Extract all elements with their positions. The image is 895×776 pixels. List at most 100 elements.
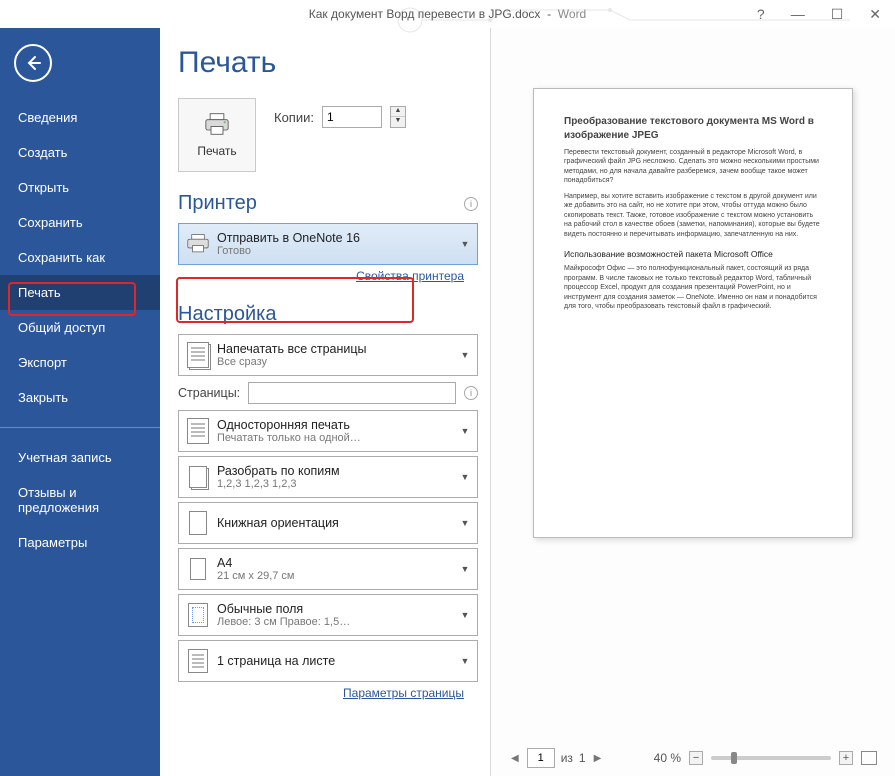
sidebar-item-new[interactable]: Создать [0,135,160,170]
sidebar-item-label: Открыть [18,180,69,195]
zoom-controls: 40 % − + [654,751,877,765]
print-settings-pane: Печать Печать Копии: ▲▼ [160,28,490,776]
dd-secondary: Все сразу [217,356,457,368]
chevron-down-icon: ▼ [457,239,473,249]
prev-page-button[interactable]: ◀ [509,751,521,766]
current-page-input[interactable] [527,748,555,768]
print-range-dropdown[interactable]: Напечатать все страницыВсе сразу ▼ [178,334,478,376]
back-button[interactable] [14,44,52,82]
sides-dropdown[interactable]: Односторонняя печатьПечатать только на о… [178,410,478,452]
chevron-down-icon: ▼ [457,656,473,666]
collate-dropdown[interactable]: Разобрать по копиям1,2,3 1,2,3 1,2,3 ▼ [178,456,478,498]
zoom-label: 40 % [654,751,681,765]
preview-page: Преобразование текстового документа MS W… [533,88,853,538]
sidebar-divider [0,427,160,428]
dd-primary: Напечатать все страницы [217,342,457,356]
paper-icon [183,552,213,586]
of-label: из [561,751,573,765]
sidebar-item-label: Закрыть [18,390,68,405]
sidebar-item-label: Отзывы и предложения [18,485,99,515]
spin-up-icon[interactable]: ▲ [391,107,405,117]
chevron-down-icon: ▼ [457,350,473,360]
spin-down-icon[interactable]: ▼ [391,117,405,127]
dd-primary: Односторонняя печать [217,418,457,432]
sidebar-item-open[interactable]: Открыть [0,170,160,205]
margins-icon [183,598,213,632]
doc-title: Преобразование текстового документа MS W… [564,115,822,142]
print-button-label: Печать [197,144,236,158]
sidebar-item-label: Сохранить как [18,250,105,265]
sidebar-item-export[interactable]: Экспорт [0,345,160,380]
sidebar-item-print[interactable]: Печать [0,275,160,310]
page-setup-link[interactable]: Параметры страницы [178,686,464,700]
title-sep: - [544,7,558,21]
minimize-button[interactable]: — [791,6,805,22]
pages-all-icon [183,338,213,372]
sidebar-item-info[interactable]: Сведения [0,100,160,135]
dd-secondary: 1,2,3 1,2,3 1,2,3 [217,478,457,490]
sidebar-item-label: Учетная запись [18,450,112,465]
sidebar-item-label: Сохранить [18,215,83,230]
dd-secondary: Левое: 3 см Правое: 1,5… [217,616,457,628]
chevron-down-icon: ▼ [457,610,473,620]
printer-dropdown[interactable]: Отправить в OneNote 16 Готово ▼ [178,223,478,265]
per-sheet-icon [183,644,213,678]
zoom-slider[interactable] [711,756,831,760]
printer-info-icon[interactable]: i [464,197,478,211]
margins-dropdown[interactable]: Обычные поляЛевое: 3 см Правое: 1,5… ▼ [178,594,478,636]
fit-to-window-button[interactable] [861,751,877,765]
printer-properties-link[interactable]: Свойства принтера [178,269,464,283]
pages-per-sheet-dropdown[interactable]: 1 страница на листе ▼ [178,640,478,682]
chevron-down-icon: ▼ [457,426,473,436]
page-title: Печать [178,46,478,80]
dd-secondary: 21 см x 29,7 см [217,570,457,582]
dd-secondary: Печатать только на одной… [217,432,457,444]
sidebar-item-label: Параметры [18,535,87,550]
app-name: Word [558,7,586,21]
total-pages: 1 [579,751,586,765]
one-sided-icon [183,414,213,448]
portrait-icon [183,506,213,540]
dd-primary: Книжная ориентация [217,516,457,530]
dd-primary: 1 страница на листе [217,654,457,668]
preview-footer: ◀ из 1 ▶ 40 % − + [509,738,877,768]
printer-status: Готово [217,245,457,257]
pages-input[interactable] [248,382,456,404]
copies-spinner[interactable]: ▲▼ [390,106,406,128]
help-button[interactable]: ? [757,6,765,22]
document-name: Как документ Ворд перевести в JPG.docx [309,7,541,21]
sidebar-item-options[interactable]: Параметры [0,525,160,560]
sidebar-item-label: Сведения [18,110,77,125]
sidebar-item-save-as[interactable]: Сохранить как [0,240,160,275]
copies-input[interactable] [322,106,382,128]
zoom-in-button[interactable]: + [839,751,853,765]
sidebar-item-account[interactable]: Учетная запись [0,440,160,475]
back-arrow-icon [24,54,42,72]
zoom-out-button[interactable]: − [689,751,703,765]
doc-paragraph: Например, вы хотите вставить изображение… [564,192,822,239]
zoom-slider-thumb[interactable] [731,752,737,764]
print-button[interactable]: Печать [178,98,256,172]
sidebar-item-label: Общий доступ [18,320,105,335]
doc-paragraph: Перевести текстовый документ, созданный … [564,148,822,186]
close-button[interactable]: ✕ [869,6,881,23]
pages-info-icon[interactable]: i [464,386,478,400]
settings-heading: Настройка [178,303,276,326]
dd-primary: Разобрать по копиям [217,464,457,478]
printer-device-icon [183,227,213,261]
dd-primary: A4 [217,556,457,570]
sidebar-item-label: Печать [18,285,61,300]
sidebar-item-share[interactable]: Общий доступ [0,310,160,345]
titlebar: Как документ Ворд перевести в JPG.docx -… [0,0,895,28]
sidebar-item-save[interactable]: Сохранить [0,205,160,240]
copies-label: Копии: [274,110,314,125]
chevron-down-icon: ▼ [457,518,473,528]
sidebar-item-feedback[interactable]: Отзывы и предложения [0,475,160,525]
sidebar-item-label: Экспорт [18,355,67,370]
print-preview-pane: Преобразование текстового документа MS W… [490,28,895,776]
paper-size-dropdown[interactable]: A421 см x 29,7 см ▼ [178,548,478,590]
sidebar-item-close[interactable]: Закрыть [0,380,160,415]
maximize-button[interactable]: ☐ [831,6,844,23]
next-page-button[interactable]: ▶ [592,751,604,766]
orientation-dropdown[interactable]: Книжная ориентация ▼ [178,502,478,544]
